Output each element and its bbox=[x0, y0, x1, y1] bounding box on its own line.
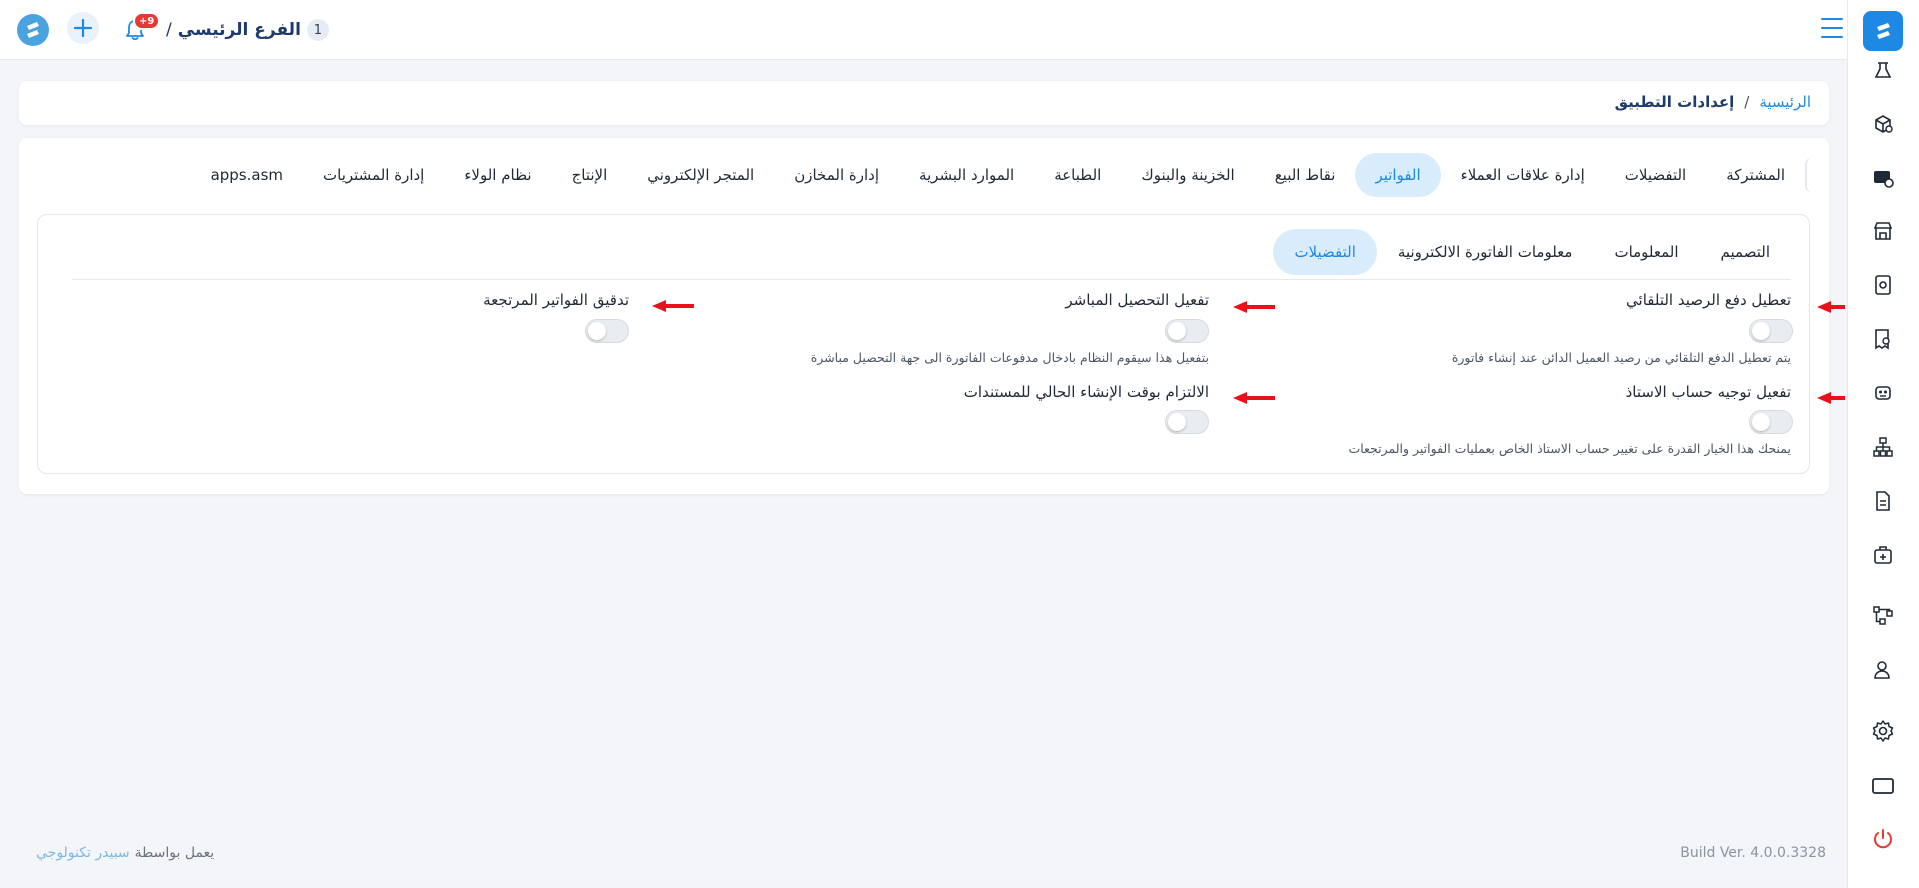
sub-tabs: التصميم المعلومات معلومات الفاتورة الالك… bbox=[1273, 229, 1791, 275]
subtab-design[interactable]: التصميم bbox=[1700, 229, 1791, 275]
powered-by-text: يعمل بواسطة bbox=[134, 845, 215, 861]
build-version: Build Ver. 4.0.0.3328 bbox=[1680, 845, 1826, 861]
toggle-ledger-routing[interactable] bbox=[1749, 410, 1793, 434]
cube-settings-icon[interactable] bbox=[1870, 111, 1896, 137]
power-icon[interactable] bbox=[1870, 826, 1896, 852]
red-arrow-icon bbox=[1817, 392, 1845, 404]
notification-badge: +9 bbox=[133, 12, 161, 30]
flask-icon[interactable] bbox=[1870, 58, 1896, 84]
settings-card: المشتركة التفضيلات إدارة علاقات العملاء … bbox=[19, 138, 1845, 494]
app-logo-icon[interactable] bbox=[1863, 11, 1903, 51]
tab-crm[interactable]: إدارة علاقات العملاء bbox=[1441, 153, 1605, 197]
red-arrow-icon bbox=[1233, 392, 1275, 404]
setting-desc-text: يتم تعطيل الدفع التلقائي من رصيد العميل … bbox=[1451, 350, 1791, 365]
invoice-settings-panel: التصميم المعلومات معلومات الفاتورة الالك… bbox=[37, 214, 1845, 474]
window-icon[interactable] bbox=[1870, 773, 1896, 799]
user-settings-icon[interactable] bbox=[1870, 657, 1896, 683]
setting-label: تدقيق الفواتير المرتجعة bbox=[483, 291, 629, 309]
invoice-icon[interactable] bbox=[1870, 488, 1896, 514]
setting-ledger-routing: تفعيل توجيه حساب الاستاذ bbox=[1626, 383, 1791, 401]
app-logo-icon[interactable] bbox=[17, 14, 49, 46]
company-link[interactable]: سبيدر تكنولوجي bbox=[36, 845, 130, 861]
breadcrumb: الرئيسية / إعدادات التطبيق bbox=[1615, 93, 1811, 111]
setting-description: يمنحك هذا الخيار القدرة على تغيير حساب ا… bbox=[1348, 441, 1791, 456]
subtab-preferences[interactable]: التفضيلات bbox=[1273, 229, 1377, 275]
tab-shared[interactable]: المشتركة bbox=[1706, 153, 1805, 197]
branch-name: الفرع الرئيسي bbox=[177, 20, 301, 40]
main-tabs: المشتركة التفضيلات إدارة علاقات العملاء … bbox=[191, 153, 1813, 197]
branch-number: 1 bbox=[306, 19, 329, 41]
tab-inventory[interactable]: إدارة المخازن bbox=[774, 153, 899, 197]
branch-selector[interactable]: 1 الفرع الرئيسي / bbox=[166, 16, 329, 44]
breadcrumb-home-link[interactable]: الرئيسية bbox=[1759, 93, 1811, 111]
red-arrow-icon bbox=[1233, 301, 1275, 313]
hierarchy-icon[interactable] bbox=[1870, 434, 1896, 460]
setting-current-creation-time: الالتزام بوقت الإنشاء الحالي للمستندات bbox=[964, 383, 1209, 401]
tab-invoices[interactable]: الفواتير bbox=[1355, 153, 1441, 197]
tab-ecommerce[interactable]: المتجر الإلكتروني bbox=[627, 153, 774, 197]
hamburger-menu-icon[interactable] bbox=[1821, 18, 1843, 38]
workflow-icon[interactable] bbox=[1870, 602, 1896, 628]
card-gear-icon[interactable] bbox=[1870, 165, 1896, 191]
breadcrumb-separator: / bbox=[1744, 93, 1750, 111]
top-header: +9 1 الفرع الرئيسي / bbox=[0, 0, 1847, 60]
plus-icon bbox=[73, 18, 93, 38]
breadcrumb-card: الرئيسية / إعدادات التطبيق bbox=[19, 81, 1829, 125]
footer-powered-by: يعمل بواسطة سبيدر تكنولوجي bbox=[36, 845, 214, 861]
tabs-scroll-edge bbox=[1805, 157, 1813, 193]
tab-printing[interactable]: الطباعة bbox=[1034, 153, 1121, 197]
subtab-information[interactable]: المعلومات bbox=[1593, 229, 1699, 275]
tab-loyalty[interactable]: نظام الولاء bbox=[444, 153, 551, 197]
robot-icon[interactable] bbox=[1870, 380, 1896, 406]
setting-label: تفعيل التحصيل المباشر bbox=[1065, 291, 1209, 309]
toggle-current-creation-time[interactable] bbox=[1165, 410, 1209, 434]
medical-bag-icon[interactable] bbox=[1870, 542, 1896, 568]
tab-treasury-banks[interactable]: الخزينة والبنوك bbox=[1121, 153, 1254, 197]
red-arrow-icon bbox=[652, 300, 694, 312]
document-eye-icon[interactable] bbox=[1870, 272, 1896, 298]
setting-label: تعطيل دفع الرصيد التلقائي bbox=[1626, 291, 1791, 309]
add-button[interactable] bbox=[67, 12, 99, 44]
setting-description: بتفعيل هذا سيقوم النظام بادخال مدفوعات ا… bbox=[811, 350, 1209, 365]
setting-desc-text: يمنحك هذا الخيار القدرة على تغيير حساب ا… bbox=[1348, 441, 1791, 456]
setting-desc-text: بتفعيل هذا سيقوم النظام بادخال مدفوعات ا… bbox=[810, 350, 1209, 365]
branch-separator: / bbox=[166, 20, 172, 40]
setting-direct-collection: تفعيل التحصيل المباشر bbox=[1065, 291, 1209, 309]
gear-icon[interactable] bbox=[1870, 718, 1896, 744]
toggle-direct-collection[interactable] bbox=[1165, 319, 1209, 343]
tab-pos[interactable]: نقاط البيع bbox=[1255, 153, 1356, 197]
subtabs-divider bbox=[72, 279, 1791, 280]
tab-apps-asm[interactable]: apps.asm bbox=[191, 153, 303, 197]
tab-preferences[interactable]: التفضيلات bbox=[1605, 153, 1706, 197]
receipt-search-icon[interactable] bbox=[1870, 326, 1896, 352]
tab-production[interactable]: الإنتاج bbox=[552, 153, 628, 197]
subtab-einvoice-info[interactable]: معلومات الفاتورة الالكترونية bbox=[1377, 229, 1594, 275]
red-arrow-icon bbox=[1817, 301, 1845, 313]
tab-purchasing[interactable]: إدارة المشتريات bbox=[303, 153, 444, 197]
toggle-returned-invoices-audit[interactable] bbox=[585, 319, 629, 343]
setting-disable-auto-balance: تعطيل دفع الرصيد التلقائي bbox=[1626, 291, 1791, 309]
breadcrumb-current: إعدادات التطبيق bbox=[1614, 93, 1735, 111]
side-navigation bbox=[1847, 0, 1919, 888]
toggle-disable-auto-balance[interactable] bbox=[1749, 319, 1793, 343]
tab-hr[interactable]: الموارد البشرية bbox=[899, 153, 1034, 197]
store-icon[interactable] bbox=[1870, 218, 1896, 244]
setting-label: تفعيل توجيه حساب الاستاذ bbox=[1625, 383, 1791, 401]
setting-returned-invoices-audit: تدقيق الفواتير المرتجعة bbox=[483, 291, 629, 309]
setting-label: الالتزام بوقت الإنشاء الحالي للمستندات bbox=[963, 383, 1209, 401]
setting-description: يتم تعطيل الدفع التلقائي من رصيد العميل … bbox=[1452, 350, 1791, 365]
